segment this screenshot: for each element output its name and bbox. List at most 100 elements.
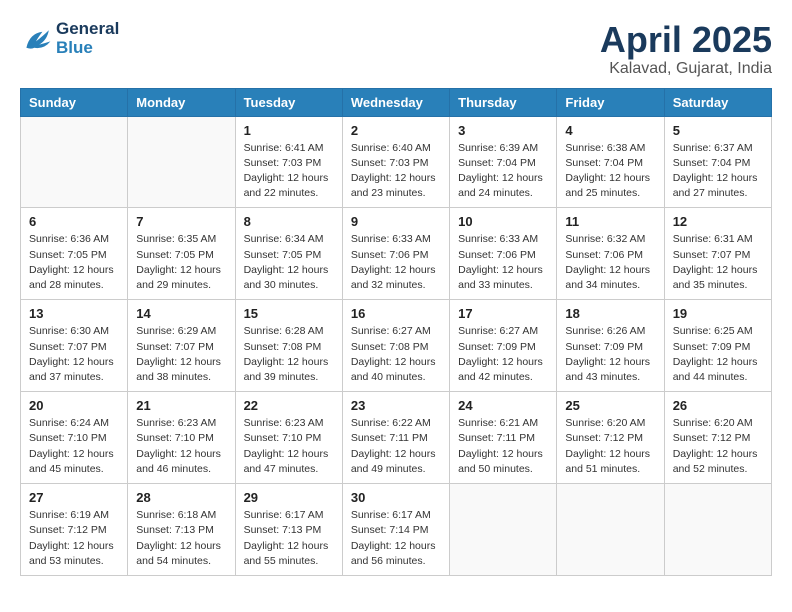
calendar-cell: 11 Sunrise: 6:32 AMSunset: 7:06 PMDayligh… [557, 208, 664, 300]
day-number: 18 [565, 306, 655, 321]
day-number: 9 [351, 214, 441, 229]
day-number: 14 [136, 306, 226, 321]
calendar-cell: 25 Sunrise: 6:20 AMSunset: 7:12 PMDayligh… [557, 392, 664, 484]
day-info: Sunrise: 6:27 AMSunset: 7:09 PMDaylight:… [458, 324, 548, 385]
day-info: Sunrise: 6:37 AMSunset: 7:04 PMDaylight:… [673, 141, 763, 202]
day-number: 15 [244, 306, 334, 321]
logo-text-area: General Blue [56, 20, 119, 57]
day-number: 2 [351, 123, 441, 138]
day-info: Sunrise: 6:24 AMSunset: 7:10 PMDaylight:… [29, 416, 119, 477]
calendar-cell: 10 Sunrise: 6:33 AMSunset: 7:06 PMDayligh… [450, 208, 557, 300]
logo-general: General [56, 20, 119, 39]
day-info: Sunrise: 6:41 AMSunset: 7:03 PMDaylight:… [244, 141, 334, 202]
day-number: 6 [29, 214, 119, 229]
calendar-cell: 30Sunrise: 6:17 AMSunset: 7:14 PMDayligh… [342, 484, 449, 576]
calendar-cell: 21Sunrise: 6:23 AMSunset: 7:10 PMDayligh… [128, 392, 235, 484]
weekday-header-saturday: Saturday [664, 88, 771, 116]
calendar-cell: 17 Sunrise: 6:27 AMSunset: 7:09 PMDayligh… [450, 300, 557, 392]
calendar-table: SundayMondayTuesdayWednesdayThursdayFrid… [20, 88, 772, 576]
day-number: 27 [29, 490, 119, 505]
calendar-cell [21, 116, 128, 208]
day-number: 24 [458, 398, 548, 413]
day-number: 10 [458, 214, 548, 229]
day-number: 29 [244, 490, 334, 505]
day-info: Sunrise: 6:25 AMSunset: 7:09 PMDaylight:… [673, 324, 763, 385]
day-info: Sunrise: 6:33 AMSunset: 7:06 PMDaylight:… [458, 232, 548, 293]
day-number: 7 [136, 214, 226, 229]
day-info: Sunrise: 6:22 AMSunset: 7:11 PMDaylight:… [351, 416, 441, 477]
calendar-week-row: 1 Sunrise: 6:41 AMSunset: 7:03 PMDaylight… [21, 116, 772, 208]
calendar-cell: 1 Sunrise: 6:41 AMSunset: 7:03 PMDaylight… [235, 116, 342, 208]
calendar-cell: 5 Sunrise: 6:37 AMSunset: 7:04 PMDaylight… [664, 116, 771, 208]
calendar-cell: 18Sunrise: 6:26 AMSunset: 7:09 PMDayligh… [557, 300, 664, 392]
day-info: Sunrise: 6:38 AMSunset: 7:04 PMDaylight:… [565, 141, 655, 202]
title-area: April 2025 Kalavad, Gujarat, India [600, 20, 772, 78]
calendar-week-row: 13Sunrise: 6:30 AMSunset: 7:07 PMDayligh… [21, 300, 772, 392]
calendar-cell: 8Sunrise: 6:34 AMSunset: 7:05 PMDaylight… [235, 208, 342, 300]
day-info: Sunrise: 6:32 AMSunset: 7:06 PMDaylight:… [565, 232, 655, 293]
weekday-header-thursday: Thursday [450, 88, 557, 116]
calendar-cell: 22Sunrise: 6:23 AMSunset: 7:10 PMDayligh… [235, 392, 342, 484]
day-info: Sunrise: 6:33 AMSunset: 7:06 PMDaylight:… [351, 232, 441, 293]
weekday-header-row: SundayMondayTuesdayWednesdayThursdayFrid… [21, 88, 772, 116]
calendar-cell: 2 Sunrise: 6:40 AMSunset: 7:03 PMDaylight… [342, 116, 449, 208]
day-number: 28 [136, 490, 226, 505]
day-info: Sunrise: 6:19 AMSunset: 7:12 PMDaylight:… [29, 508, 119, 569]
day-number: 30 [351, 490, 441, 505]
calendar-cell: 16Sunrise: 6:27 AMSunset: 7:08 PMDayligh… [342, 300, 449, 392]
day-info: Sunrise: 6:20 AMSunset: 7:12 PMDaylight:… [565, 416, 655, 477]
calendar-cell [450, 484, 557, 576]
day-number: 4 [565, 123, 655, 138]
calendar-location: Kalavad, Gujarat, India [600, 60, 772, 78]
calendar-cell: 28Sunrise: 6:18 AMSunset: 7:13 PMDayligh… [128, 484, 235, 576]
day-info: Sunrise: 6:28 AMSunset: 7:08 PMDaylight:… [244, 324, 334, 385]
weekday-header-wednesday: Wednesday [342, 88, 449, 116]
calendar-cell: 27 Sunrise: 6:19 AMSunset: 7:12 PMDayligh… [21, 484, 128, 576]
day-number: 20 [29, 398, 119, 413]
calendar-cell: 20 Sunrise: 6:24 AMSunset: 7:10 PMDayligh… [21, 392, 128, 484]
day-number: 11 [565, 214, 655, 229]
day-info: Sunrise: 6:30 AMSunset: 7:07 PMDaylight:… [29, 324, 119, 385]
day-number: 1 [244, 123, 334, 138]
calendar-cell: 7 Sunrise: 6:35 AMSunset: 7:05 PMDaylight… [128, 208, 235, 300]
weekday-header-sunday: Sunday [21, 88, 128, 116]
calendar-title: April 2025 [600, 20, 772, 60]
day-info: Sunrise: 6:39 AMSunset: 7:04 PMDaylight:… [458, 141, 548, 202]
calendar-cell: 15 Sunrise: 6:28 AMSunset: 7:08 PMDayligh… [235, 300, 342, 392]
calendar-cell: 24 Sunrise: 6:21 AMSunset: 7:11 PMDayligh… [450, 392, 557, 484]
logo-icon [20, 25, 52, 53]
calendar-week-row: 20 Sunrise: 6:24 AMSunset: 7:10 PMDayligh… [21, 392, 772, 484]
day-info: Sunrise: 6:40 AMSunset: 7:03 PMDaylight:… [351, 141, 441, 202]
day-info: Sunrise: 6:20 AMSunset: 7:12 PMDaylight:… [673, 416, 763, 477]
day-number: 25 [565, 398, 655, 413]
day-info: Sunrise: 6:23 AMSunset: 7:10 PMDaylight:… [244, 416, 334, 477]
weekday-header-monday: Monday [128, 88, 235, 116]
weekday-header-tuesday: Tuesday [235, 88, 342, 116]
calendar-week-row: 6Sunrise: 6:36 AMSunset: 7:05 PMDaylight… [21, 208, 772, 300]
day-number: 19 [673, 306, 763, 321]
calendar-cell: 12 Sunrise: 6:31 AMSunset: 7:07 PMDayligh… [664, 208, 771, 300]
calendar-cell: 26 Sunrise: 6:20 AMSunset: 7:12 PMDayligh… [664, 392, 771, 484]
day-number: 12 [673, 214, 763, 229]
day-info: Sunrise: 6:34 AMSunset: 7:05 PMDaylight:… [244, 232, 334, 293]
day-number: 16 [351, 306, 441, 321]
calendar-cell: 19 Sunrise: 6:25 AMSunset: 7:09 PMDayligh… [664, 300, 771, 392]
calendar-cell: 9 Sunrise: 6:33 AMSunset: 7:06 PMDaylight… [342, 208, 449, 300]
day-info: Sunrise: 6:31 AMSunset: 7:07 PMDaylight:… [673, 232, 763, 293]
day-number: 26 [673, 398, 763, 413]
day-info: Sunrise: 6:23 AMSunset: 7:10 PMDaylight:… [136, 416, 226, 477]
day-info: Sunrise: 6:35 AMSunset: 7:05 PMDaylight:… [136, 232, 226, 293]
calendar-cell: 4 Sunrise: 6:38 AMSunset: 7:04 PMDaylight… [557, 116, 664, 208]
logo-blue: Blue [56, 39, 119, 58]
day-number: 5 [673, 123, 763, 138]
calendar-week-row: 27 Sunrise: 6:19 AMSunset: 7:12 PMDayligh… [21, 484, 772, 576]
calendar-cell: 6Sunrise: 6:36 AMSunset: 7:05 PMDaylight… [21, 208, 128, 300]
calendar-cell [557, 484, 664, 576]
day-number: 23 [351, 398, 441, 413]
calendar-cell: 3 Sunrise: 6:39 AMSunset: 7:04 PMDaylight… [450, 116, 557, 208]
day-number: 17 [458, 306, 548, 321]
day-number: 3 [458, 123, 548, 138]
calendar-cell: 23 Sunrise: 6:22 AMSunset: 7:11 PMDayligh… [342, 392, 449, 484]
calendar-cell [664, 484, 771, 576]
day-info: Sunrise: 6:21 AMSunset: 7:11 PMDaylight:… [458, 416, 548, 477]
